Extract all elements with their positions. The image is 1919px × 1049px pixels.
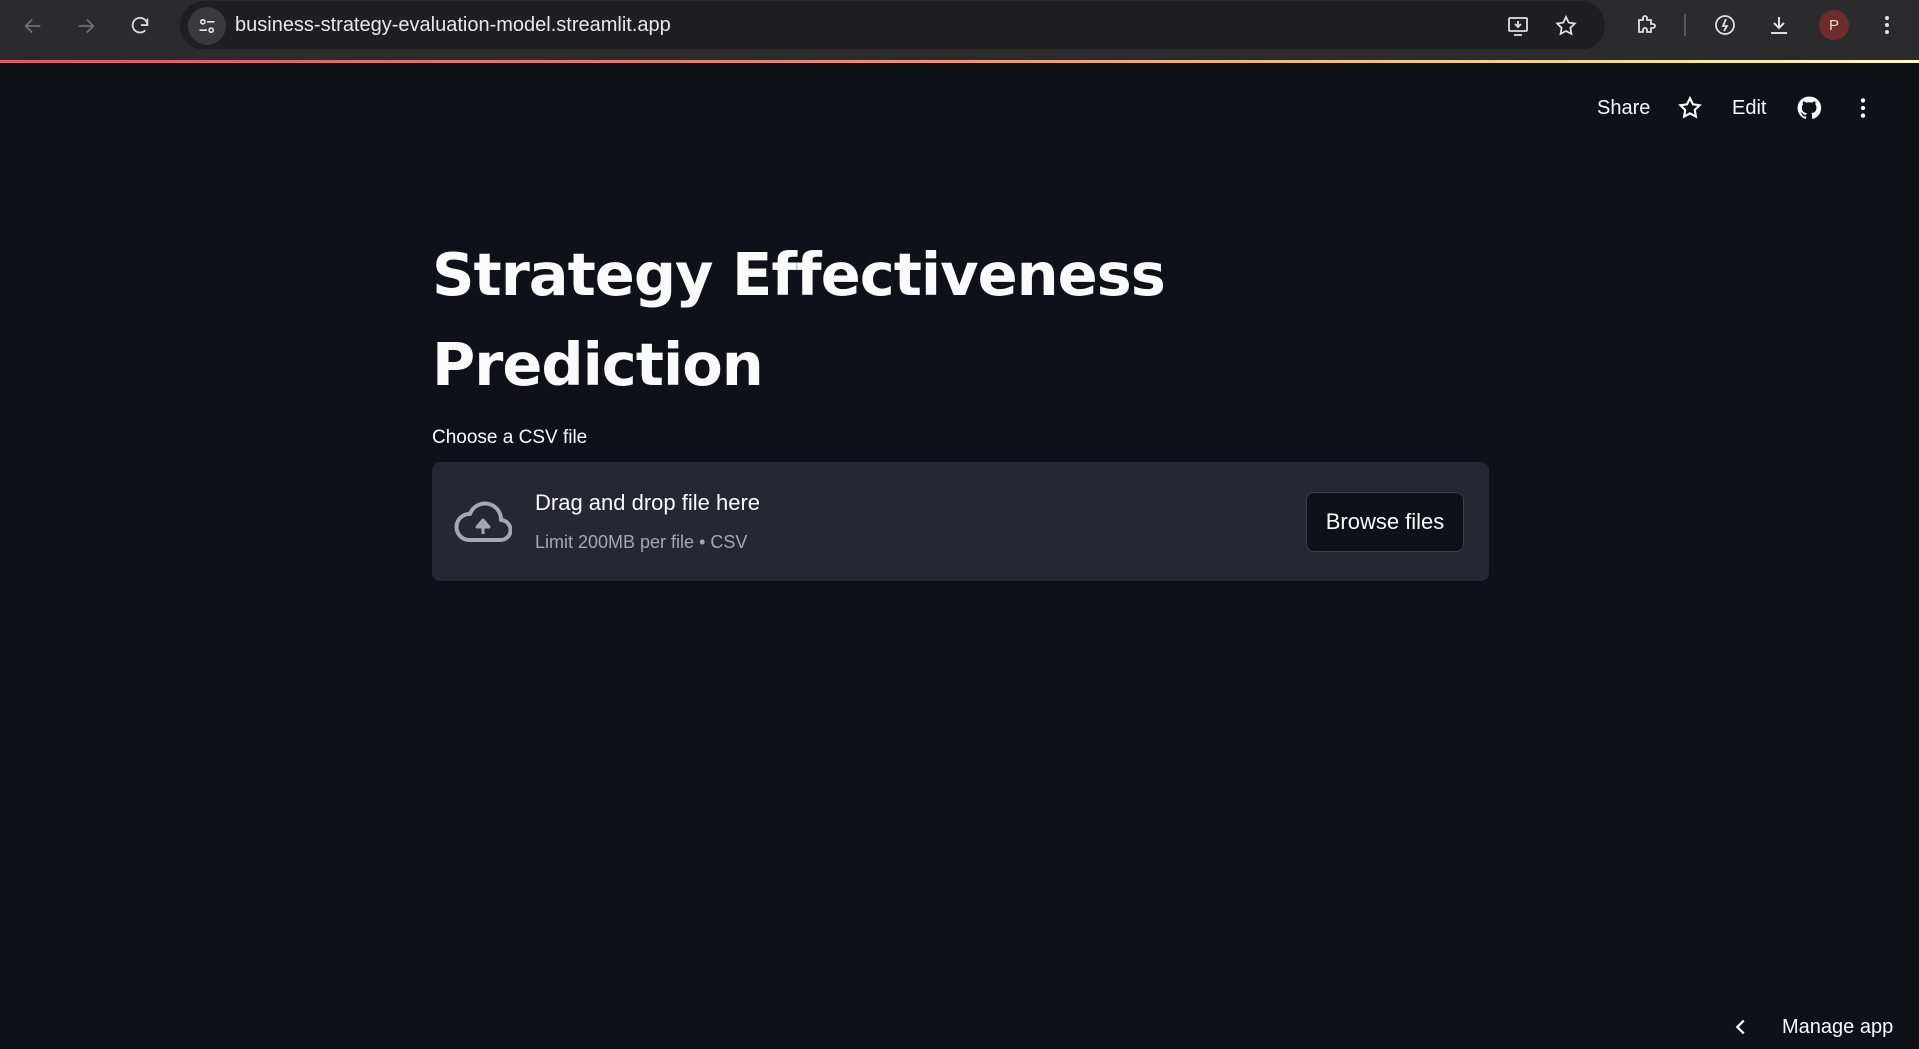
reload-button[interactable] xyxy=(122,8,158,44)
url-text[interactable]: business-strategy-evaluation-model.strea… xyxy=(235,1,671,50)
puzzle-icon xyxy=(1638,15,1656,33)
file-uploader-label: Choose a CSV file xyxy=(432,427,588,448)
browser-toolbar: business-strategy-evaluation-model.strea… xyxy=(0,0,1919,50)
bookmark-button[interactable] xyxy=(1553,13,1579,39)
more-vertical-icon xyxy=(1885,16,1889,34)
edit-button[interactable]: Edit xyxy=(1732,93,1766,123)
browse-files-button[interactable]: Browse files xyxy=(1306,492,1464,552)
reload-icon xyxy=(131,16,149,34)
profile-avatar[interactable]: P xyxy=(1819,10,1849,40)
more-vertical-icon xyxy=(1860,98,1866,118)
manage-app-button[interactable]: Manage app xyxy=(1730,1010,1893,1044)
chevron-left-icon xyxy=(1735,1019,1745,1035)
star-outline-icon xyxy=(1678,95,1702,119)
back-button[interactable] xyxy=(15,8,51,44)
browser-menu-button[interactable] xyxy=(1872,10,1902,40)
address-bar[interactable]: business-strategy-evaluation-model.strea… xyxy=(180,1,1605,50)
browser-toolbar-bottom xyxy=(0,49,1919,60)
install-desktop-icon xyxy=(1508,17,1528,36)
downloads-button[interactable] xyxy=(1764,10,1794,40)
site-info-button[interactable] xyxy=(188,7,226,45)
arrow-left-icon xyxy=(24,18,41,34)
extensions-button[interactable] xyxy=(1631,10,1661,40)
favorite-button[interactable] xyxy=(1677,93,1703,123)
install-app-button[interactable] xyxy=(1505,13,1531,39)
file-dropzone[interactable]: Drag and drop file here Limit 200MB per … xyxy=(432,462,1489,581)
speed-icon xyxy=(1715,15,1735,35)
arrow-right-icon xyxy=(78,18,95,34)
main-menu-button[interactable] xyxy=(1850,93,1876,123)
star-outline-icon xyxy=(1555,14,1577,36)
page-title: Strategy Effectiveness Prediction xyxy=(432,240,1166,399)
manage-app-label: Manage app xyxy=(1782,1015,1894,1038)
github-button[interactable] xyxy=(1796,93,1822,123)
performance-button[interactable] xyxy=(1710,10,1740,40)
github-icon xyxy=(1797,96,1822,119)
download-icon xyxy=(1771,17,1787,34)
tune-icon xyxy=(199,18,215,34)
forward-button[interactable] xyxy=(68,8,104,44)
main-content: Strategy Effectiveness Prediction Choose… xyxy=(432,230,1489,581)
dropzone-limit-text: Limit 200MB per file • CSV xyxy=(535,532,748,552)
cloud-upload-icon xyxy=(454,501,512,542)
toolbar-divider xyxy=(1684,14,1686,36)
app-header: Share Edit xyxy=(0,63,1919,167)
share-button[interactable]: Share xyxy=(1597,93,1650,123)
dropzone-instructions: Drag and drop file here xyxy=(535,490,761,515)
